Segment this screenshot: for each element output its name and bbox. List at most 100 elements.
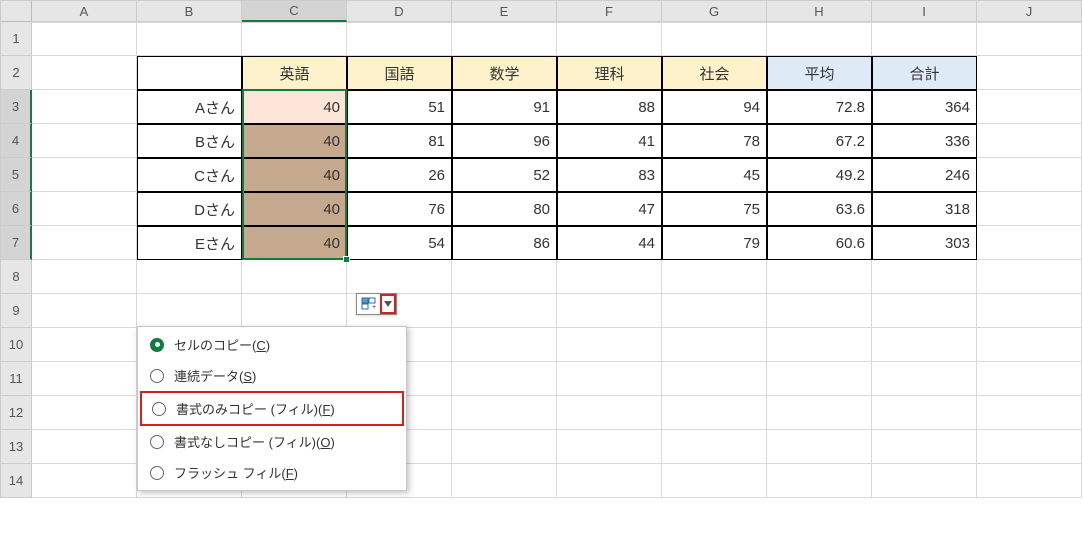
- cell-J8[interactable]: [977, 260, 1082, 294]
- cell-A4[interactable]: [32, 124, 137, 158]
- cell-E4[interactable]: 96: [452, 124, 557, 158]
- col-header-E[interactable]: E: [452, 0, 557, 22]
- row-header-7[interactable]: 7: [0, 226, 32, 260]
- cell-B7[interactable]: Eさん: [137, 226, 242, 260]
- col-header-A[interactable]: A: [32, 0, 137, 22]
- cell-J11[interactable]: [977, 362, 1082, 396]
- cell-I13[interactable]: [872, 430, 977, 464]
- cell-B9[interactable]: [137, 294, 242, 328]
- cell-F1[interactable]: [557, 22, 662, 56]
- row-header-4[interactable]: 4: [0, 124, 32, 158]
- col-header-B[interactable]: B: [137, 0, 242, 22]
- cell-J6[interactable]: [977, 192, 1082, 226]
- cell-G11[interactable]: [662, 362, 767, 396]
- cell-A7[interactable]: [32, 226, 137, 260]
- cell-F3[interactable]: 88: [557, 90, 662, 124]
- cell-G3[interactable]: 94: [662, 90, 767, 124]
- cell-D5[interactable]: 26: [347, 158, 452, 192]
- cell-G2[interactable]: 社会: [662, 56, 767, 90]
- cell-G12[interactable]: [662, 396, 767, 430]
- cell-H13[interactable]: [767, 430, 872, 464]
- cell-F13[interactable]: [557, 430, 662, 464]
- cell-I5[interactable]: 246: [872, 158, 977, 192]
- cell-I3[interactable]: 364: [872, 90, 977, 124]
- cell-G14[interactable]: [662, 464, 767, 498]
- cell-A6[interactable]: [32, 192, 137, 226]
- cell-C7[interactable]: 40: [242, 226, 347, 260]
- cell-F11[interactable]: [557, 362, 662, 396]
- cell-B1[interactable]: [137, 22, 242, 56]
- row-header-9[interactable]: 9: [0, 294, 32, 328]
- cell-E14[interactable]: [452, 464, 557, 498]
- cell-B6[interactable]: Dさん: [137, 192, 242, 226]
- cell-J7[interactable]: [977, 226, 1082, 260]
- cell-F2[interactable]: 理科: [557, 56, 662, 90]
- row-header-6[interactable]: 6: [0, 192, 32, 226]
- cell-C1[interactable]: [242, 22, 347, 56]
- cell-E5[interactable]: 52: [452, 158, 557, 192]
- cell-A13[interactable]: [32, 430, 137, 464]
- cell-J12[interactable]: [977, 396, 1082, 430]
- col-header-D[interactable]: D: [347, 0, 452, 22]
- cell-I8[interactable]: [872, 260, 977, 294]
- row-header-14[interactable]: 14: [0, 464, 32, 498]
- cell-B3[interactable]: Aさん: [137, 90, 242, 124]
- cell-A11[interactable]: [32, 362, 137, 396]
- cell-D8[interactable]: [347, 260, 452, 294]
- cell-A8[interactable]: [32, 260, 137, 294]
- cell-E10[interactable]: [452, 328, 557, 362]
- menu-item-fill-formatting-only[interactable]: 書式のみコピー (フィル)(F): [140, 391, 404, 426]
- col-header-F[interactable]: F: [557, 0, 662, 22]
- row-header-1[interactable]: 1: [0, 22, 32, 56]
- cell-F4[interactable]: 41: [557, 124, 662, 158]
- cell-G13[interactable]: [662, 430, 767, 464]
- select-all-corner[interactable]: [0, 0, 32, 22]
- cell-G6[interactable]: 75: [662, 192, 767, 226]
- cell-F14[interactable]: [557, 464, 662, 498]
- fill-handle[interactable]: [343, 256, 350, 263]
- cell-J1[interactable]: [977, 22, 1082, 56]
- menu-item-fill-without-formatting[interactable]: 書式なしコピー (フィル)(O): [140, 426, 404, 457]
- cell-J4[interactable]: [977, 124, 1082, 158]
- cell-I7[interactable]: 303: [872, 226, 977, 260]
- cell-H4[interactable]: 67.2: [767, 124, 872, 158]
- cell-C3[interactable]: 40: [242, 90, 347, 124]
- autofill-dropdown-arrow[interactable]: [380, 294, 396, 314]
- cell-G4[interactable]: 78: [662, 124, 767, 158]
- cell-E2[interactable]: 数学: [452, 56, 557, 90]
- cell-J14[interactable]: [977, 464, 1082, 498]
- cell-E12[interactable]: [452, 396, 557, 430]
- cell-H1[interactable]: [767, 22, 872, 56]
- cell-J3[interactable]: [977, 90, 1082, 124]
- cell-I6[interactable]: 318: [872, 192, 977, 226]
- cell-C9[interactable]: [242, 294, 347, 328]
- cell-H11[interactable]: [767, 362, 872, 396]
- row-header-11[interactable]: 11: [0, 362, 32, 396]
- cell-I12[interactable]: [872, 396, 977, 430]
- cell-G1[interactable]: [662, 22, 767, 56]
- cell-F12[interactable]: [557, 396, 662, 430]
- cell-D4[interactable]: 81: [347, 124, 452, 158]
- cell-C6[interactable]: 40: [242, 192, 347, 226]
- row-header-8[interactable]: 8: [0, 260, 32, 294]
- cell-A5[interactable]: [32, 158, 137, 192]
- cell-E6[interactable]: 80: [452, 192, 557, 226]
- col-header-G[interactable]: G: [662, 0, 767, 22]
- cell-H3[interactable]: 72.8: [767, 90, 872, 124]
- menu-item-flash-fill[interactable]: フラッシュ フィル(F): [140, 457, 404, 488]
- cell-H5[interactable]: 49.2: [767, 158, 872, 192]
- cell-H9[interactable]: [767, 294, 872, 328]
- cell-C8[interactable]: [242, 260, 347, 294]
- cell-G8[interactable]: [662, 260, 767, 294]
- cell-A12[interactable]: [32, 396, 137, 430]
- row-header-3[interactable]: 3: [0, 90, 32, 124]
- cell-H2[interactable]: 平均: [767, 56, 872, 90]
- cell-F5[interactable]: 83: [557, 158, 662, 192]
- cell-J13[interactable]: [977, 430, 1082, 464]
- cell-C5[interactable]: 40: [242, 158, 347, 192]
- row-header-2[interactable]: 2: [0, 56, 32, 90]
- cell-B5[interactable]: Cさん: [137, 158, 242, 192]
- row-header-12[interactable]: 12: [0, 396, 32, 430]
- cell-H10[interactable]: [767, 328, 872, 362]
- cell-G7[interactable]: 79: [662, 226, 767, 260]
